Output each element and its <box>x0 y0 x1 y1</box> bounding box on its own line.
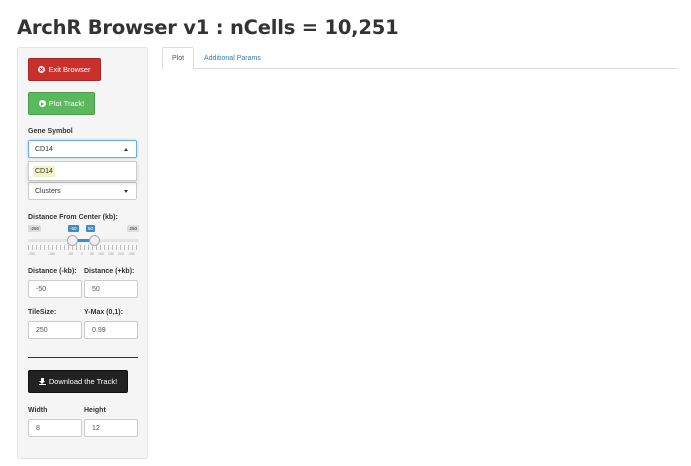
exit-browser-label: Exit Browser <box>48 65 91 74</box>
gene-symbol-select[interactable]: CD14 <box>28 140 137 158</box>
slider-tick-label: 100 <box>98 252 104 256</box>
sidebar-panel: Exit Browser Plot Track! Gene Symbol CD1… <box>17 47 148 459</box>
height-label: Height <box>84 407 106 414</box>
height-input[interactable]: 12 <box>84 419 138 437</box>
distance-slider-label: Distance From Center (kb): <box>28 214 118 221</box>
tile-size-label: TileSize: <box>28 309 57 316</box>
slider-tick-label: 250 <box>129 252 135 256</box>
plot-track-label: Plot Track! <box>48 99 85 108</box>
sidebar-divider <box>28 357 138 358</box>
distance-plus-label: Distance (+kb): <box>84 268 135 275</box>
play-circle-icon <box>38 100 46 107</box>
download-icon <box>38 378 46 385</box>
width-label: Width <box>28 407 48 414</box>
tile-size-input[interactable]: 250 <box>28 321 82 339</box>
slider-ticks <box>28 245 139 250</box>
dropdown-option[interactable]: CD14 <box>33 165 55 177</box>
gene-symbol-value: CD14 <box>35 145 53 153</box>
distance-range-slider[interactable]: -250 250 -50 50 -250 -150 -50 0 50 100 1… <box>28 225 139 261</box>
group-by-value: Clusters <box>35 187 61 195</box>
slider-tick-label: -150 <box>48 252 56 256</box>
app-title: ArchR Browser v1 : nCells = 10,251 <box>17 16 399 39</box>
chevron-up-icon <box>124 148 128 151</box>
chevron-down-icon <box>124 190 128 193</box>
width-input[interactable]: 8 <box>28 419 82 437</box>
download-track-button[interactable]: Download the Track! <box>28 370 128 393</box>
group-by-select[interactable]: Clusters <box>28 182 137 200</box>
slider-min-label: -250 <box>28 225 42 232</box>
ymax-label: Y-Max (0,1): <box>84 309 123 316</box>
slider-tick-label: 50 <box>90 252 94 256</box>
tab-additional-params[interactable]: Additional Params <box>204 47 261 69</box>
tab-plot[interactable]: Plot <box>162 47 194 70</box>
slider-tick-label: 0 <box>81 252 83 256</box>
exit-browser-button[interactable]: Exit Browser <box>28 58 101 81</box>
main-tabs: Plot Additional Params <box>162 47 677 70</box>
gene-symbol-dropdown: CD14 <box>28 161 137 181</box>
plot-track-button[interactable]: Plot Track! <box>28 92 95 115</box>
slider-tick-label: -50 <box>68 252 74 256</box>
times-circle-icon <box>38 66 46 73</box>
download-track-label: Download the Track! <box>48 377 118 386</box>
slider-from-label: -50 <box>68 225 79 232</box>
distance-minus-label: Distance (-kb): <box>28 268 77 275</box>
slider-max-label: 250 <box>127 225 139 232</box>
slider-tick-label: 200 <box>118 252 124 256</box>
distance-minus-input[interactable]: -50 <box>28 280 82 298</box>
gene-symbol-label: Gene Symbol <box>28 128 73 135</box>
distance-plus-input[interactable]: 50 <box>84 280 138 298</box>
slider-tick-label: 150 <box>108 252 114 256</box>
slider-tick-label: -250 <box>28 252 36 256</box>
ymax-input[interactable]: 0.99 <box>84 321 138 339</box>
slider-to-label: 50 <box>86 225 96 232</box>
